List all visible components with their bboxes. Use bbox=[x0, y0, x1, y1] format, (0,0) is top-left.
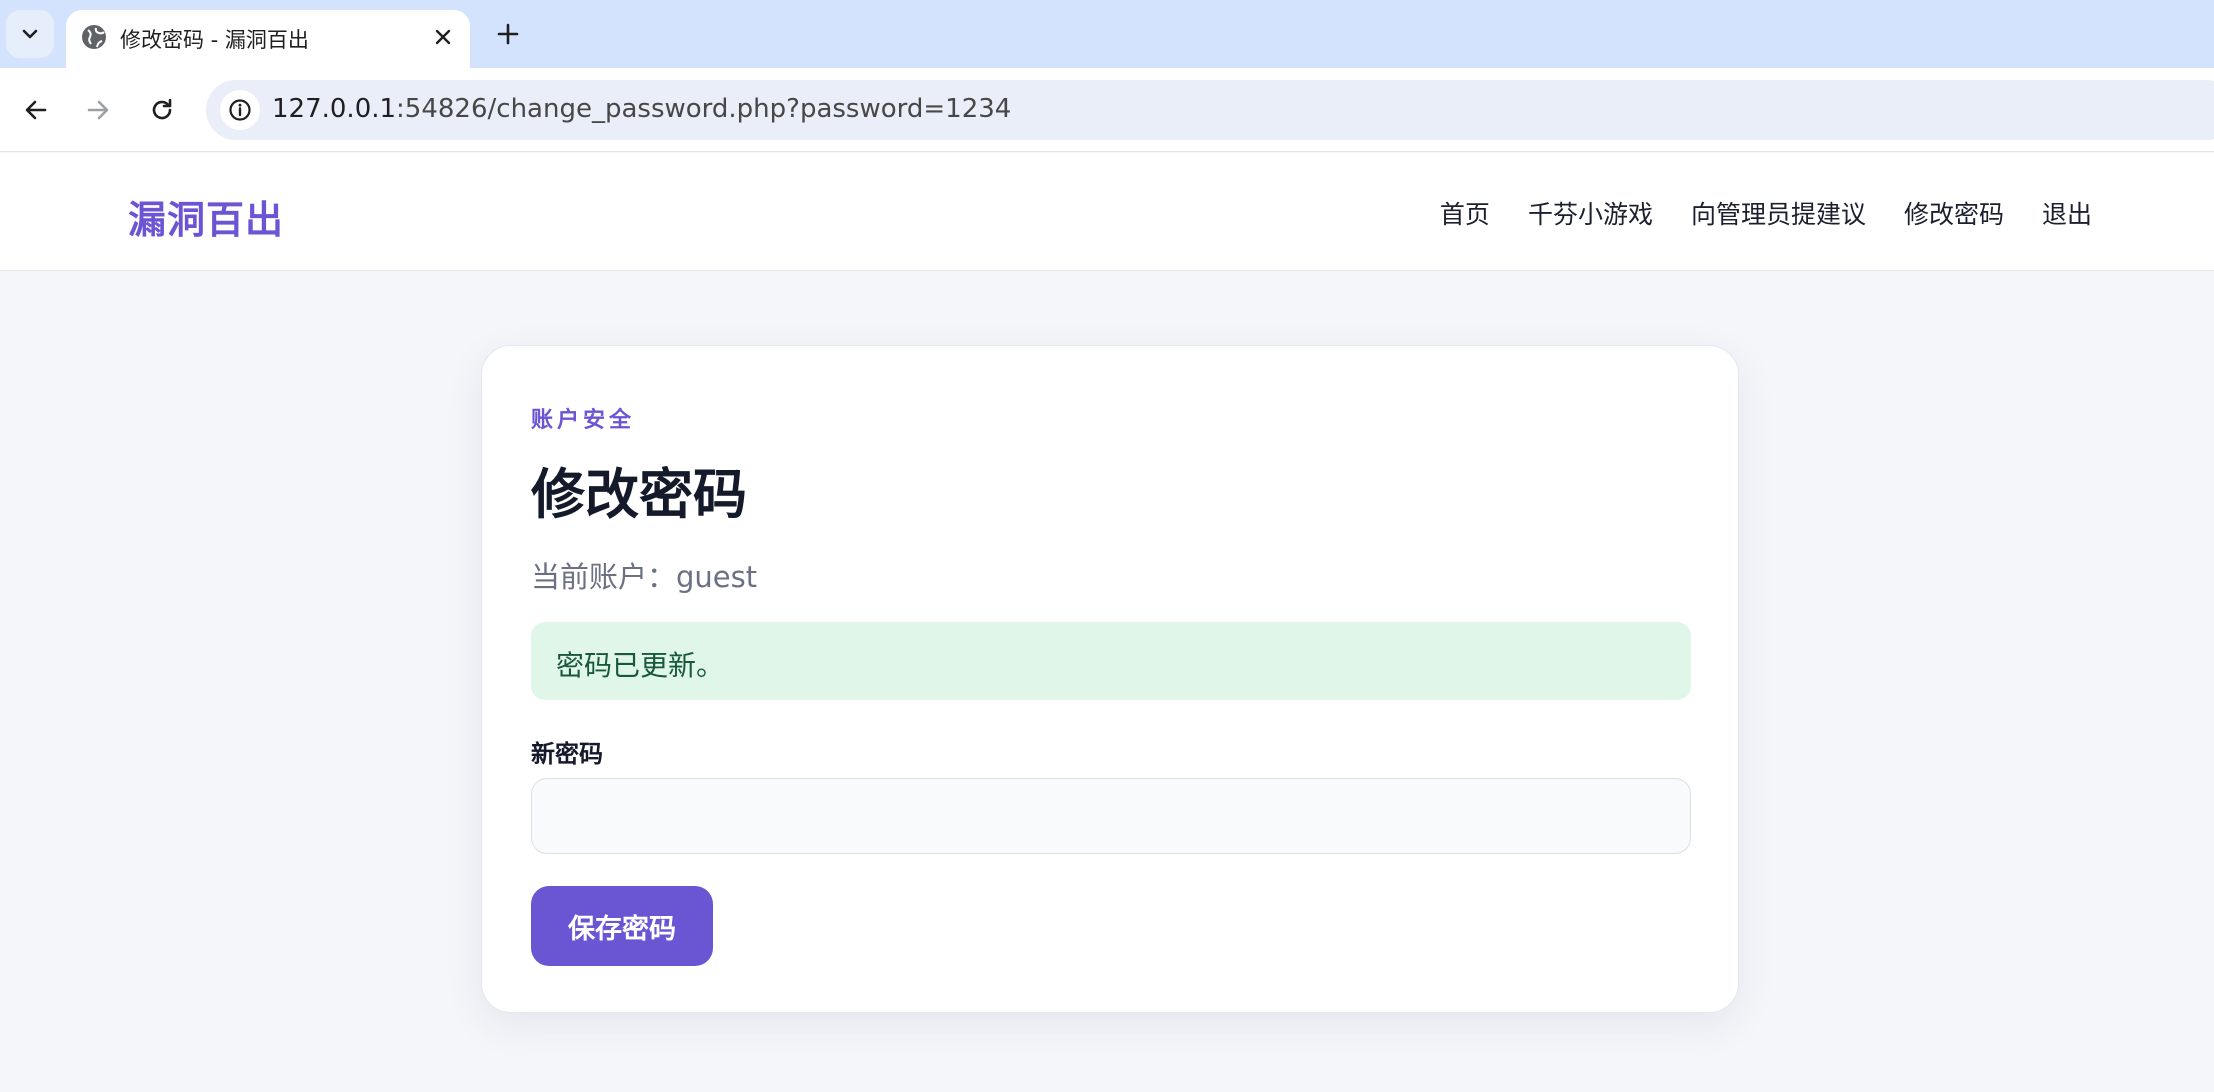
new-password-input[interactable] bbox=[531, 778, 1691, 854]
address-bar[interactable]: 127.0.0.1:54826/change_password.php?pass… bbox=[206, 80, 2214, 140]
new-password-label: 新密码 bbox=[531, 740, 603, 768]
site-brand[interactable]: 漏洞百出 bbox=[128, 189, 284, 244]
info-icon bbox=[229, 99, 251, 121]
tab-close-button[interactable] bbox=[428, 22, 458, 52]
arrow-right-icon bbox=[87, 100, 109, 120]
success-alert: 密码已更新。 bbox=[531, 622, 1691, 700]
save-password-button[interactable]: 保存密码 bbox=[531, 886, 713, 966]
url-text[interactable]: 127.0.0.1:54826/change_password.php?pass… bbox=[272, 94, 1011, 124]
nav-logout[interactable]: 退出 bbox=[2042, 195, 2092, 231]
url-host: 127.0.0.1 bbox=[272, 94, 397, 124]
change-password-card: 账户安全 修改密码 当前账户：guest 密码已更新。 新密码 保存密码 bbox=[481, 345, 1739, 1013]
browser-tab-strip: 修改密码 - 漏洞百出 bbox=[0, 0, 2214, 68]
nav-suggest[interactable]: 向管理员提建议 bbox=[1691, 195, 1866, 231]
arrow-left-icon bbox=[25, 100, 47, 120]
globe-icon bbox=[82, 25, 106, 49]
browser-tab[interactable]: 修改密码 - 漏洞百出 bbox=[66, 10, 470, 68]
reload-icon bbox=[152, 98, 172, 120]
section-eyebrow: 账户安全 bbox=[531, 408, 636, 433]
back-button[interactable] bbox=[14, 88, 58, 132]
new-tab-button[interactable] bbox=[490, 16, 526, 52]
url-path: :54826/change_password.php?password=1234 bbox=[396, 94, 1012, 124]
site-header: 漏洞百出 首页 千芬小游戏 向管理员提建议 修改密码 退出 bbox=[0, 153, 2214, 271]
nav-game[interactable]: 千芬小游戏 bbox=[1528, 195, 1653, 231]
forward-button[interactable] bbox=[76, 88, 120, 132]
plus-icon bbox=[497, 23, 519, 45]
tab-title: 修改密码 - 漏洞百出 bbox=[120, 28, 309, 52]
tab-search-button[interactable] bbox=[6, 10, 54, 58]
site-info-button[interactable] bbox=[220, 90, 260, 130]
nav-home[interactable]: 首页 bbox=[1440, 195, 1490, 231]
page-title: 修改密码 bbox=[531, 463, 747, 526]
site-nav: 首页 千芬小游戏 向管理员提建议 修改密码 退出 bbox=[1440, 195, 2092, 231]
close-icon bbox=[435, 29, 451, 45]
current-account: 当前账户：guest bbox=[531, 560, 758, 594]
success-alert-text: 密码已更新。 bbox=[556, 649, 725, 682]
browser-toolbar: 127.0.0.1:54826/change_password.php?pass… bbox=[0, 68, 2214, 152]
reload-button[interactable] bbox=[140, 88, 184, 132]
nav-change-password[interactable]: 修改密码 bbox=[1904, 195, 2004, 231]
chevron-down-icon bbox=[22, 29, 38, 39]
